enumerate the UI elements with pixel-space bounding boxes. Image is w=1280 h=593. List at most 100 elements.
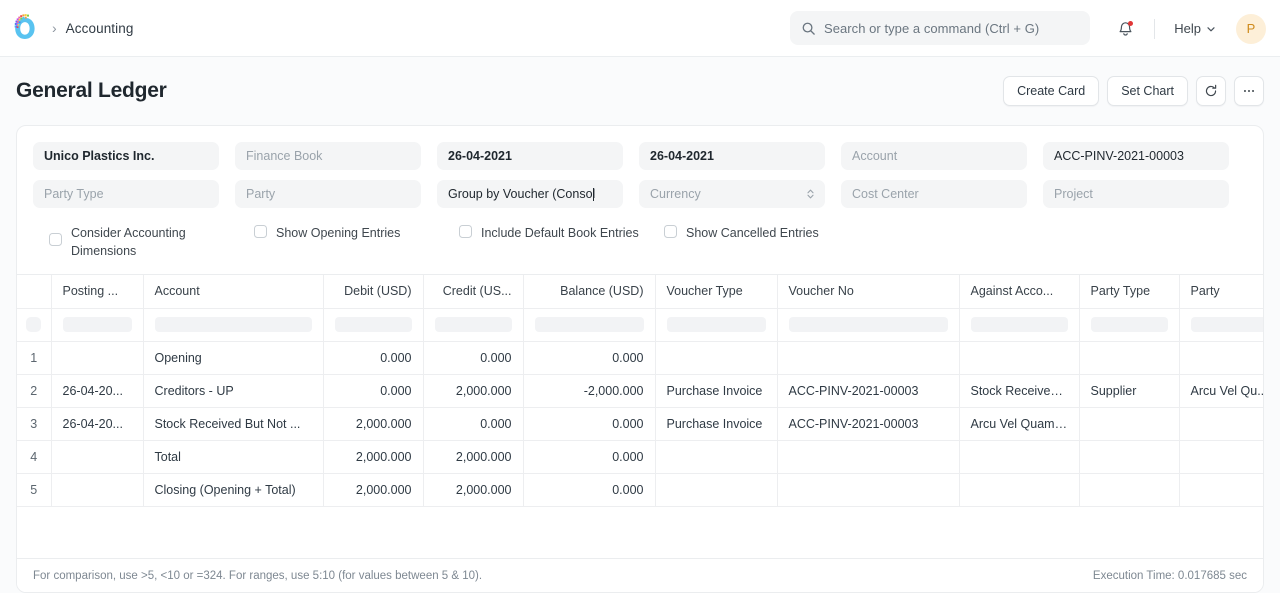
cell-party[interactable] xyxy=(1179,341,1263,375)
global-search[interactable]: Search or type a command (Ctrl + G) xyxy=(790,11,1090,45)
cell-voucher-no[interactable] xyxy=(777,341,960,375)
cell-against-account[interactable] xyxy=(959,473,1080,507)
filter-finance-book[interactable]: Finance Book xyxy=(235,142,421,170)
help-menu-button[interactable]: Help xyxy=(1168,16,1222,41)
table-row[interactable]: 3 26-04-20... Stock Received But Not ...… xyxy=(17,407,1263,441)
column-header-debit[interactable]: Debit (USD) xyxy=(323,275,424,309)
column-filter-input[interactable] xyxy=(62,317,132,332)
cell-posting[interactable] xyxy=(51,440,144,474)
column-filter-input[interactable] xyxy=(534,317,644,332)
cell-account[interactable]: Total xyxy=(143,440,324,474)
column-filter-input[interactable] xyxy=(666,317,766,332)
notifications-button[interactable] xyxy=(1109,13,1141,45)
cell-voucher-type[interactable]: Purchase Invoice xyxy=(655,407,778,441)
cell-balance[interactable]: 0.000 xyxy=(523,341,656,375)
checkbox-show-opening-entries[interactable]: Show Opening Entries xyxy=(254,224,459,260)
cell-balance[interactable]: 0.000 xyxy=(523,440,656,474)
filter-cost-center[interactable]: Cost Center xyxy=(841,180,1027,208)
more-menu-button[interactable] xyxy=(1234,76,1264,106)
column-header-credit[interactable]: Credit (US... xyxy=(423,275,524,309)
column-header-balance[interactable]: Balance (USD) xyxy=(523,275,656,309)
column-header-voucher-no[interactable]: Voucher No xyxy=(777,275,960,309)
cell-against-account[interactable]: Stock Received... xyxy=(959,374,1080,408)
column-filter-party-type[interactable] xyxy=(1079,308,1180,342)
table-row[interactable]: 5 Closing (Opening + Total) 2,000.000 2,… xyxy=(17,473,1263,507)
cell-voucher-no[interactable]: ACC-PINV-2021-00003 xyxy=(777,374,960,408)
column-header-party[interactable]: Party xyxy=(1179,275,1263,309)
cell-voucher-no[interactable] xyxy=(777,473,960,507)
column-filter-debit[interactable] xyxy=(323,308,424,342)
cell-against-account[interactable] xyxy=(959,341,1080,375)
column-filter-posting[interactable] xyxy=(51,308,144,342)
column-filter-party[interactable] xyxy=(1179,308,1263,342)
cell-party[interactable] xyxy=(1179,440,1263,474)
cell-balance[interactable]: 0.000 xyxy=(523,407,656,441)
user-avatar[interactable]: P xyxy=(1236,13,1266,44)
checkbox-show-cancelled-entries[interactable]: Show Cancelled Entries xyxy=(664,224,869,260)
column-filter-voucher-no[interactable] xyxy=(777,308,960,342)
filter-party[interactable]: Party xyxy=(235,180,421,208)
cell-posting[interactable] xyxy=(51,473,144,507)
column-filter-idx[interactable] xyxy=(17,308,52,342)
cell-balance[interactable]: 0.000 xyxy=(523,473,656,507)
cell-debit[interactable]: 2,000.000 xyxy=(323,473,424,507)
cell-against-account[interactable]: Arcu Vel Quam ... xyxy=(959,407,1080,441)
column-filter-account[interactable] xyxy=(143,308,324,342)
cell-account[interactable]: Closing (Opening + Total) xyxy=(143,473,324,507)
cell-party[interactable] xyxy=(1179,473,1263,507)
column-header-account[interactable]: Account xyxy=(143,275,324,309)
checkbox-box[interactable] xyxy=(49,233,62,246)
filter-group-by[interactable]: Group by Voucher (Consol xyxy=(437,180,623,208)
column-header-posting[interactable]: Posting ... xyxy=(51,275,144,309)
cell-party-type[interactable] xyxy=(1079,341,1180,375)
column-header-against-account[interactable]: Against Acco... xyxy=(959,275,1080,309)
checkbox-box[interactable] xyxy=(254,225,267,238)
cell-posting[interactable]: 26-04-20... xyxy=(51,407,144,441)
table-row[interactable]: 4 Total 2,000.000 2,000.000 0.000 xyxy=(17,440,1263,474)
report-table-scroll[interactable]: Posting ... Account Debit (USD) Credit (… xyxy=(17,274,1263,558)
column-header-party-type[interactable]: Party Type xyxy=(1079,275,1180,309)
column-filter-input[interactable] xyxy=(26,317,42,332)
filter-voucher-no[interactable]: ACC-PINV-2021-00003 xyxy=(1043,142,1229,170)
checkbox-box[interactable] xyxy=(664,225,677,238)
column-filter-input[interactable] xyxy=(1190,317,1263,332)
app-logo[interactable] xyxy=(10,10,46,46)
cell-voucher-type[interactable] xyxy=(655,341,778,375)
filter-account[interactable]: Account xyxy=(841,142,1027,170)
set-chart-button[interactable]: Set Chart xyxy=(1107,76,1188,106)
column-filter-input[interactable] xyxy=(334,317,412,332)
cell-party-type[interactable]: Supplier xyxy=(1079,374,1180,408)
cell-voucher-no[interactable]: ACC-PINV-2021-00003 xyxy=(777,407,960,441)
table-row[interactable]: 2 26-04-20... Creditors - UP 0.000 2,000… xyxy=(17,374,1263,408)
cell-credit[interactable]: 2,000.000 xyxy=(423,473,524,507)
filter-to-date[interactable]: 26-04-2021 xyxy=(639,142,825,170)
filter-party-type[interactable]: Party Type xyxy=(33,180,219,208)
column-filter-input[interactable] xyxy=(154,317,312,332)
column-filter-credit[interactable] xyxy=(423,308,524,342)
column-filter-voucher-type[interactable] xyxy=(655,308,778,342)
cell-credit[interactable]: 2,000.000 xyxy=(423,440,524,474)
cell-posting[interactable] xyxy=(51,341,144,375)
cell-voucher-type[interactable] xyxy=(655,473,778,507)
refresh-button[interactable] xyxy=(1196,76,1226,106)
cell-credit[interactable]: 0.000 xyxy=(423,407,524,441)
cell-party[interactable] xyxy=(1179,407,1263,441)
cell-debit[interactable]: 2,000.000 xyxy=(323,407,424,441)
column-filter-against-account[interactable] xyxy=(959,308,1080,342)
checkbox-consider-accounting-dimensions[interactable]: Consider Accounting Dimensions xyxy=(49,224,254,260)
search-input[interactable]: Search or type a command (Ctrl + G) xyxy=(790,11,1090,45)
cell-debit[interactable]: 2,000.000 xyxy=(323,440,424,474)
cell-account[interactable]: Stock Received But Not ... xyxy=(143,407,324,441)
cell-account[interactable]: Opening xyxy=(143,341,324,375)
cell-party-type[interactable] xyxy=(1079,473,1180,507)
cell-party[interactable]: Arcu Vel Qu... xyxy=(1179,374,1263,408)
cell-party-type[interactable] xyxy=(1079,440,1180,474)
cell-debit[interactable]: 0.000 xyxy=(323,374,424,408)
column-filter-input[interactable] xyxy=(1090,317,1168,332)
table-row[interactable]: 1 Opening 0.000 0.000 0.000 xyxy=(17,341,1263,375)
cell-balance[interactable]: -2,000.000 xyxy=(523,374,656,408)
create-card-button[interactable]: Create Card xyxy=(1003,76,1100,106)
filter-currency[interactable]: Currency xyxy=(639,180,825,208)
cell-party-type[interactable] xyxy=(1079,407,1180,441)
column-header-voucher-type[interactable]: Voucher Type xyxy=(655,275,778,309)
